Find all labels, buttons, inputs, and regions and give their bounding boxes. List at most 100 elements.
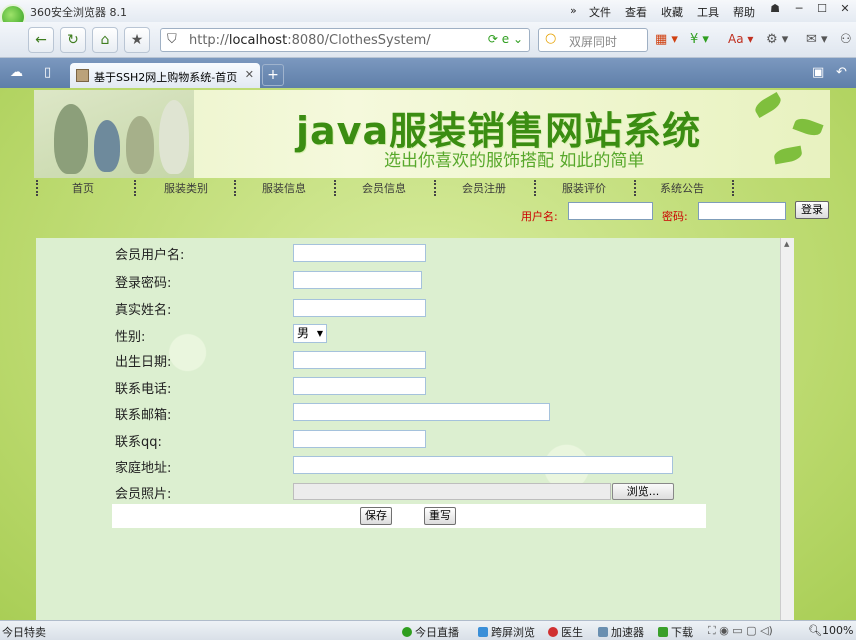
accelerator-icon [598,627,608,637]
zoom-level[interactable]: 🔍︎100% [808,624,853,637]
dropdown-arrow-icon: ▼ [316,329,323,338]
favorite-star-icon[interactable]: ★ [124,27,150,53]
login-button[interactable]: 登录 [795,201,829,219]
status-tools-icon[interactable]: ⛶ ◉ ▭ ▢ ◁) [708,624,773,638]
qq-label: 联系qq: [115,435,162,450]
site-nav: 首页 服装类别 服装信息 会员信息 会员注册 服装评价 系统公告 [34,178,830,198]
game-icon[interactable]: ✉ ▾ [806,32,828,47]
browse-button[interactable]: 浏览... [612,483,674,500]
tab-title: 基于SSH2网上购物系统-首页 [94,71,238,84]
web-page: java服装销售网站系统 选出你喜欢的服饰搭配 如此的简单 首页 服装类别 服装… [0,88,856,620]
back-icon[interactable]: ← [28,27,54,53]
menu-favorites[interactable]: 收藏 [661,4,683,20]
username-input[interactable] [293,244,426,262]
zoom-icon: 🔍︎ [808,624,822,637]
nav-reviews[interactable]: 服装评价 [562,180,606,196]
refresh-icon[interactable]: ↻ [60,27,86,53]
site-subtitle: 选出你喜欢的服饰搭配 如此的简单 [384,151,645,171]
nav-notices[interactable]: 系统公告 [660,180,704,196]
realname-label: 真实姓名: [115,303,172,318]
tab-close-icon[interactable]: ✕ [245,68,254,81]
doctor-icon [548,627,558,637]
menu-view[interactable]: 查看 [625,4,647,20]
browser-toolbar: ← ↻ ⌂ ★ ⛉ http://localhost:8080/ClothesS… [0,22,856,58]
search-box[interactable]: ○ 双屏同时 [538,28,648,52]
page-favicon-icon [76,69,89,82]
minimize-icon[interactable]: ─ [790,2,808,18]
email-input[interactable] [293,403,550,421]
status-bar: 今日特卖 今日直播 跨屏浏览 医生 加速器 下载 ⛶ ◉ ▭ ▢ ◁) 🔍︎10… [0,620,856,640]
address-input[interactable] [293,456,673,474]
password-label: 登录密码: [115,276,172,291]
url-text: http://localhost:8080/ClothesSystem/ [189,33,431,48]
site-banner: java服装销售网站系统 选出你喜欢的服饰搭配 如此的简单 [34,90,830,178]
email-label: 联系邮箱: [115,408,172,423]
status-download[interactable]: 下载 [658,624,693,640]
tab-bar: ☁ ▯ 基于SSH2网上购物系统-首页 ✕ + ▣ ↶ [0,58,856,88]
undo-close-icon[interactable]: ↶ [836,65,847,80]
more-icon[interactable]: ⚇ [840,32,852,47]
close-icon[interactable]: ✕ [836,2,854,18]
money-icon[interactable]: ¥ ▾ [690,32,709,47]
status-live[interactable]: 今日直播 [402,624,459,640]
password-input[interactable] [293,271,422,289]
banner-painting [34,90,194,178]
address-label: 家庭地址: [115,461,172,476]
extension-icon[interactable]: ⚙ ▾ [766,32,788,47]
gender-select[interactable]: 男 ▼ [293,324,327,343]
nav-home[interactable]: 首页 [72,180,94,196]
nav-members[interactable]: 会员信息 [362,180,406,196]
nav-register[interactable]: 会员注册 [462,180,506,196]
menu-expand-icon[interactable]: » [570,4,577,17]
search-placeholder: 双屏同时 [569,35,618,49]
nav-clothes[interactable]: 服装信息 [262,180,306,196]
birthdate-input[interactable] [293,351,426,369]
tab-active[interactable]: 基于SSH2网上购物系统-首页 ✕ [70,63,260,88]
skin-icon[interactable]: ☗ [766,2,784,18]
status-accelerator[interactable]: 加速器 [598,624,644,640]
maximize-icon[interactable]: ☐ [813,2,831,18]
cloud-icon[interactable]: ☁ [10,65,23,80]
translate-icon[interactable]: Aa ▾ [728,32,753,46]
compat-mode-icon[interactable]: ⟳ e ⌄ [488,32,523,46]
menu-tools[interactable]: 工具 [697,4,719,20]
download-icon [658,627,668,637]
username-label: 会员用户名: [115,248,185,263]
menu-help[interactable]: 帮助 [733,4,755,20]
browser-title-bar: 360安全浏览器 8.1 » 文件 查看 收藏 工具 帮助 ☗ ─ ☐ ✕ [0,0,856,30]
form-scrollbar[interactable]: ▲ [780,238,794,620]
phone-input[interactable] [293,377,426,395]
status-sale[interactable]: 今日特卖 [2,624,46,640]
gender-value: 男 [297,326,310,340]
realname-input[interactable] [293,299,426,317]
phone-icon[interactable]: ▯ [44,65,51,80]
reset-button[interactable]: 重写 [424,507,456,525]
login-password-input[interactable] [698,202,786,220]
login-password-label: 密码: [662,210,688,223]
login-username-input[interactable] [568,202,653,220]
status-doctor[interactable]: 医生 [548,624,583,640]
login-username-label: 用户名: [521,210,558,223]
form-button-row: 保存 重写 [112,504,706,528]
birthdate-label: 出生日期: [115,355,172,370]
search-engine-icon[interactable]: ○ [545,31,556,46]
shield-icon: ⛉ [167,32,177,47]
new-tab-button[interactable]: + [262,64,284,86]
gender-label: 性别: [115,330,146,345]
address-bar[interactable]: ⛉ http://localhost:8080/ClothesSystem/ ⟳… [160,28,530,52]
play-icon [402,627,412,637]
scroll-up-icon[interactable]: ▲ [784,240,789,248]
home-icon[interactable]: ⌂ [92,27,118,53]
apps-icon[interactable]: ▦ ▾ [655,32,678,47]
tab-list-icon[interactable]: ▣ [812,65,824,80]
phone-screen-icon [478,627,488,637]
save-button[interactable]: 保存 [360,507,392,525]
status-cross-screen[interactable]: 跨屏浏览 [478,624,535,640]
qq-input[interactable] [293,430,426,448]
photo-file-path[interactable] [293,483,611,500]
photo-label: 会员照片: [115,487,172,502]
nav-categories[interactable]: 服装类别 [164,180,208,196]
browser-title: 360安全浏览器 8.1 [30,6,127,19]
phone-label: 联系电话: [115,382,172,397]
menu-file[interactable]: 文件 [589,4,611,20]
